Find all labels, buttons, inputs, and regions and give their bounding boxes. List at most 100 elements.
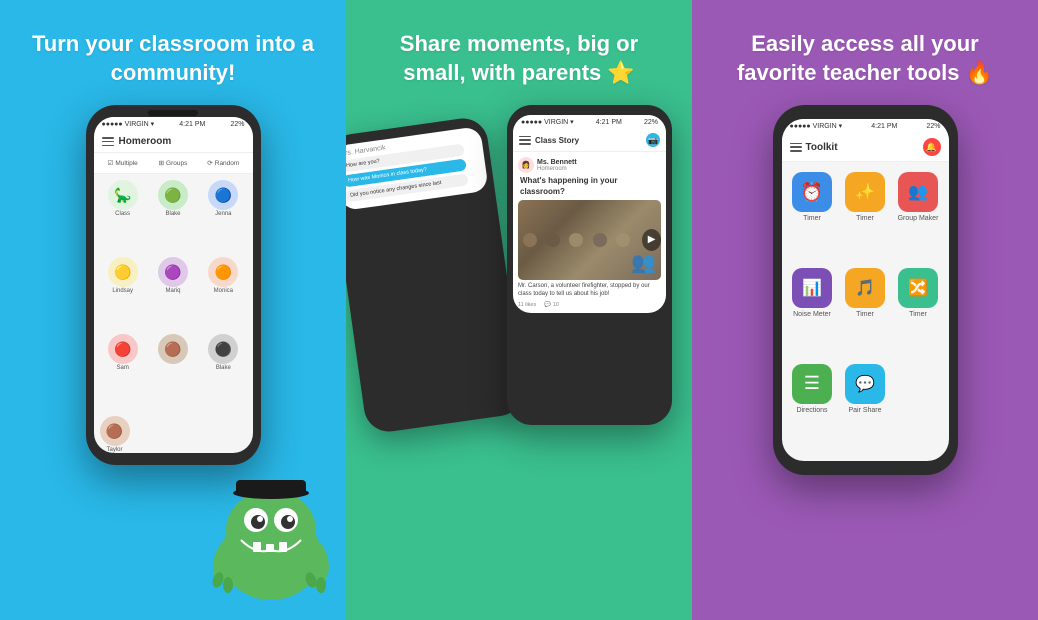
tool-label-group-maker: Group Maker	[898, 215, 939, 222]
avatar: 🔴	[108, 334, 138, 364]
phone-wrap-2: Mrs. Harvancik How are you? How was Moni…	[366, 105, 672, 600]
monster-character	[206, 475, 336, 610]
notification-bell[interactable]: 🔔	[923, 138, 941, 156]
time-1: 4:21 PM	[179, 121, 205, 128]
photo-face	[546, 233, 560, 247]
tool-icon-stars: ✨	[845, 172, 885, 212]
tool-label-timer-4: Timer	[909, 311, 927, 318]
story-question: What's happening in your classroom?	[518, 176, 661, 197]
time-2: 4:21 PM	[596, 119, 622, 126]
panel-classroom-community: Turn your classroom into a community! ●●…	[0, 0, 346, 620]
battery-3: 22%	[926, 123, 940, 130]
tool-item-empty	[896, 364, 941, 452]
phone-front: ●●●●● VIRGIN ▾ 4:21 PM 22% Class Story 📷…	[507, 105, 672, 425]
avatar: 🟤	[100, 416, 130, 446]
list-item: 🟤 Taylor	[100, 416, 130, 453]
phone-1: ●●●●● VIRGIN ▾ 4:21 PM 22% Homeroom ☑ Mu…	[86, 105, 261, 465]
panel-teacher-tools: Easily access all your favorite teacher …	[692, 0, 1038, 620]
story-author: Ms. Bennett	[537, 159, 577, 166]
student-name: Sam	[116, 365, 128, 371]
status-bar-1: ●●●●● VIRGIN ▾ 4:21 PM 22%	[94, 117, 253, 131]
students-photo	[518, 228, 642, 252]
tool-item-timer-2[interactable]: ✨ Timer	[843, 172, 888, 260]
tab-groups[interactable]: ⊞ Groups	[150, 157, 196, 169]
tool-label-timer-1: Timer	[803, 215, 821, 222]
panel1-heading: Turn your classroom into a community!	[20, 30, 326, 87]
status-bar-2: ●●●●● VIRGIN ▾ 4:21 PM 22%	[513, 115, 666, 129]
avatar: 🟢	[158, 180, 188, 210]
student-name: Blake	[216, 365, 231, 371]
tool-icon-noise-meter: 📊	[792, 268, 832, 308]
story-title: Class Story	[535, 136, 579, 145]
tool-label-noise-meter: Noise Meter	[793, 311, 831, 318]
tool-label-timer-3: Timer	[856, 311, 874, 318]
student-grid: 🦕 Class 🟢 Blake 🔵 Jenna 🟡 Lindsay	[94, 174, 253, 413]
student-name: Jenna	[215, 211, 231, 217]
photo-face	[569, 233, 583, 247]
tool-grid: ⏰ Timer ✨ Timer 👥 Group Maker 📊 Noise	[782, 162, 949, 461]
story-post-header: 👩 Ms. Bennett Homeroom	[518, 157, 661, 173]
phone-header-1: Homeroom	[94, 131, 253, 153]
avatar: 🔵	[208, 180, 238, 210]
tool-icon-directions: ☰	[792, 364, 832, 404]
story-header: Class Story 📷	[513, 129, 666, 152]
play-button[interactable]: ▶	[642, 229, 661, 251]
avatar: 🦕	[108, 180, 138, 210]
monster-svg	[206, 475, 336, 605]
author-info: Ms. Bennett Homeroom	[537, 159, 577, 172]
hamburger-icon-3	[790, 143, 802, 152]
story-post: 👩 Ms. Bennett Homeroom What's happening …	[513, 152, 666, 312]
tool-label-pair-share: Pair Share	[848, 407, 881, 414]
list-item: 🔵 Jenna	[200, 180, 246, 253]
photo-face	[616, 233, 630, 247]
student-name: Lindsay	[112, 288, 133, 294]
tool-label-timer-2: Timer	[856, 215, 874, 222]
app-name-1: Homeroom	[119, 136, 172, 147]
avatar: ⚫	[208, 334, 238, 364]
list-item: 🔴 Sam	[100, 334, 146, 407]
toolkit-title: Toolkit	[806, 142, 838, 153]
toolkit-phone: ●●●●● VIRGIN ▾ 4:21 PM 22% Toolkit 🔔	[773, 105, 958, 475]
avatar: 🟡	[108, 257, 138, 287]
back-screen: Mrs. Harvancik How are you? How was Moni…	[346, 126, 489, 211]
tool-icon-group-maker: 👥	[898, 172, 938, 212]
list-item: 🦕 Class	[100, 180, 146, 253]
tool-item-group-maker[interactable]: 👥 Group Maker	[896, 172, 941, 260]
tab-multiple[interactable]: ☑ Multiple	[100, 157, 146, 169]
panel2-heading: Share moments, big or small, with parent…	[366, 30, 672, 87]
tool-icon-pair-share: 💬	[845, 364, 885, 404]
tool-item-pair-share[interactable]: 💬 Pair Share	[843, 364, 888, 452]
carrier-1: ●●●●● VIRGIN ▾	[102, 120, 155, 128]
list-item: 🟡 Lindsay	[100, 257, 146, 330]
tool-label-directions: Directions	[796, 407, 827, 414]
toolkit-header: Toolkit 🔔	[782, 133, 949, 162]
carrier-2: ●●●●● VIRGIN ▾	[521, 118, 574, 126]
battery-2: 22%	[644, 119, 658, 126]
student-name: Monica	[214, 288, 233, 294]
list-item: 🟣 Mariq	[150, 257, 196, 330]
random-icon: ⟳	[207, 159, 212, 167]
student-item-taylor: 🟤 Taylor	[94, 413, 253, 453]
story-location: Homeroom	[537, 166, 577, 172]
tool-icon-timer: ⏰	[792, 172, 832, 212]
tool-item-directions[interactable]: ☰ Directions	[790, 364, 835, 452]
phone-wrap-3: ●●●●● VIRGIN ▾ 4:21 PM 22% Toolkit 🔔	[712, 105, 1018, 600]
camera-icon[interactable]: 📷	[646, 133, 660, 147]
tab-random[interactable]: ⟳ Random	[200, 157, 246, 169]
toolkit-screen: ●●●●● VIRGIN ▾ 4:21 PM 22% Toolkit 🔔	[782, 119, 949, 461]
tool-item-timer-4[interactable]: 🔀 Timer	[896, 268, 941, 356]
tool-item-timer-1[interactable]: ⏰ Timer	[790, 172, 835, 260]
student-name: Mariq	[165, 288, 180, 294]
list-item: 🟠 Monica	[200, 257, 246, 330]
phone-wrap-1: ●●●●● VIRGIN ▾ 4:21 PM 22% Homeroom ☑ Mu…	[20, 105, 326, 600]
author-avatar: 👩	[518, 157, 534, 173]
avatar: 🟤	[158, 334, 188, 364]
phone-screen-1: ●●●●● VIRGIN ▾ 4:21 PM 22% Homeroom ☑ Mu…	[94, 117, 253, 453]
story-screen: ●●●●● VIRGIN ▾ 4:21 PM 22% Class Story 📷…	[513, 115, 666, 312]
tool-item-timer-3[interactable]: 🎵 Timer	[843, 268, 888, 356]
story-image: ▶	[518, 200, 661, 280]
photo-face	[593, 233, 607, 247]
post-likes: 11 likes 💬 10	[518, 302, 661, 308]
panel-share-moments: Share moments, big or small, with parent…	[346, 0, 692, 620]
tool-item-noise-meter[interactable]: 📊 Noise Meter	[790, 268, 835, 356]
